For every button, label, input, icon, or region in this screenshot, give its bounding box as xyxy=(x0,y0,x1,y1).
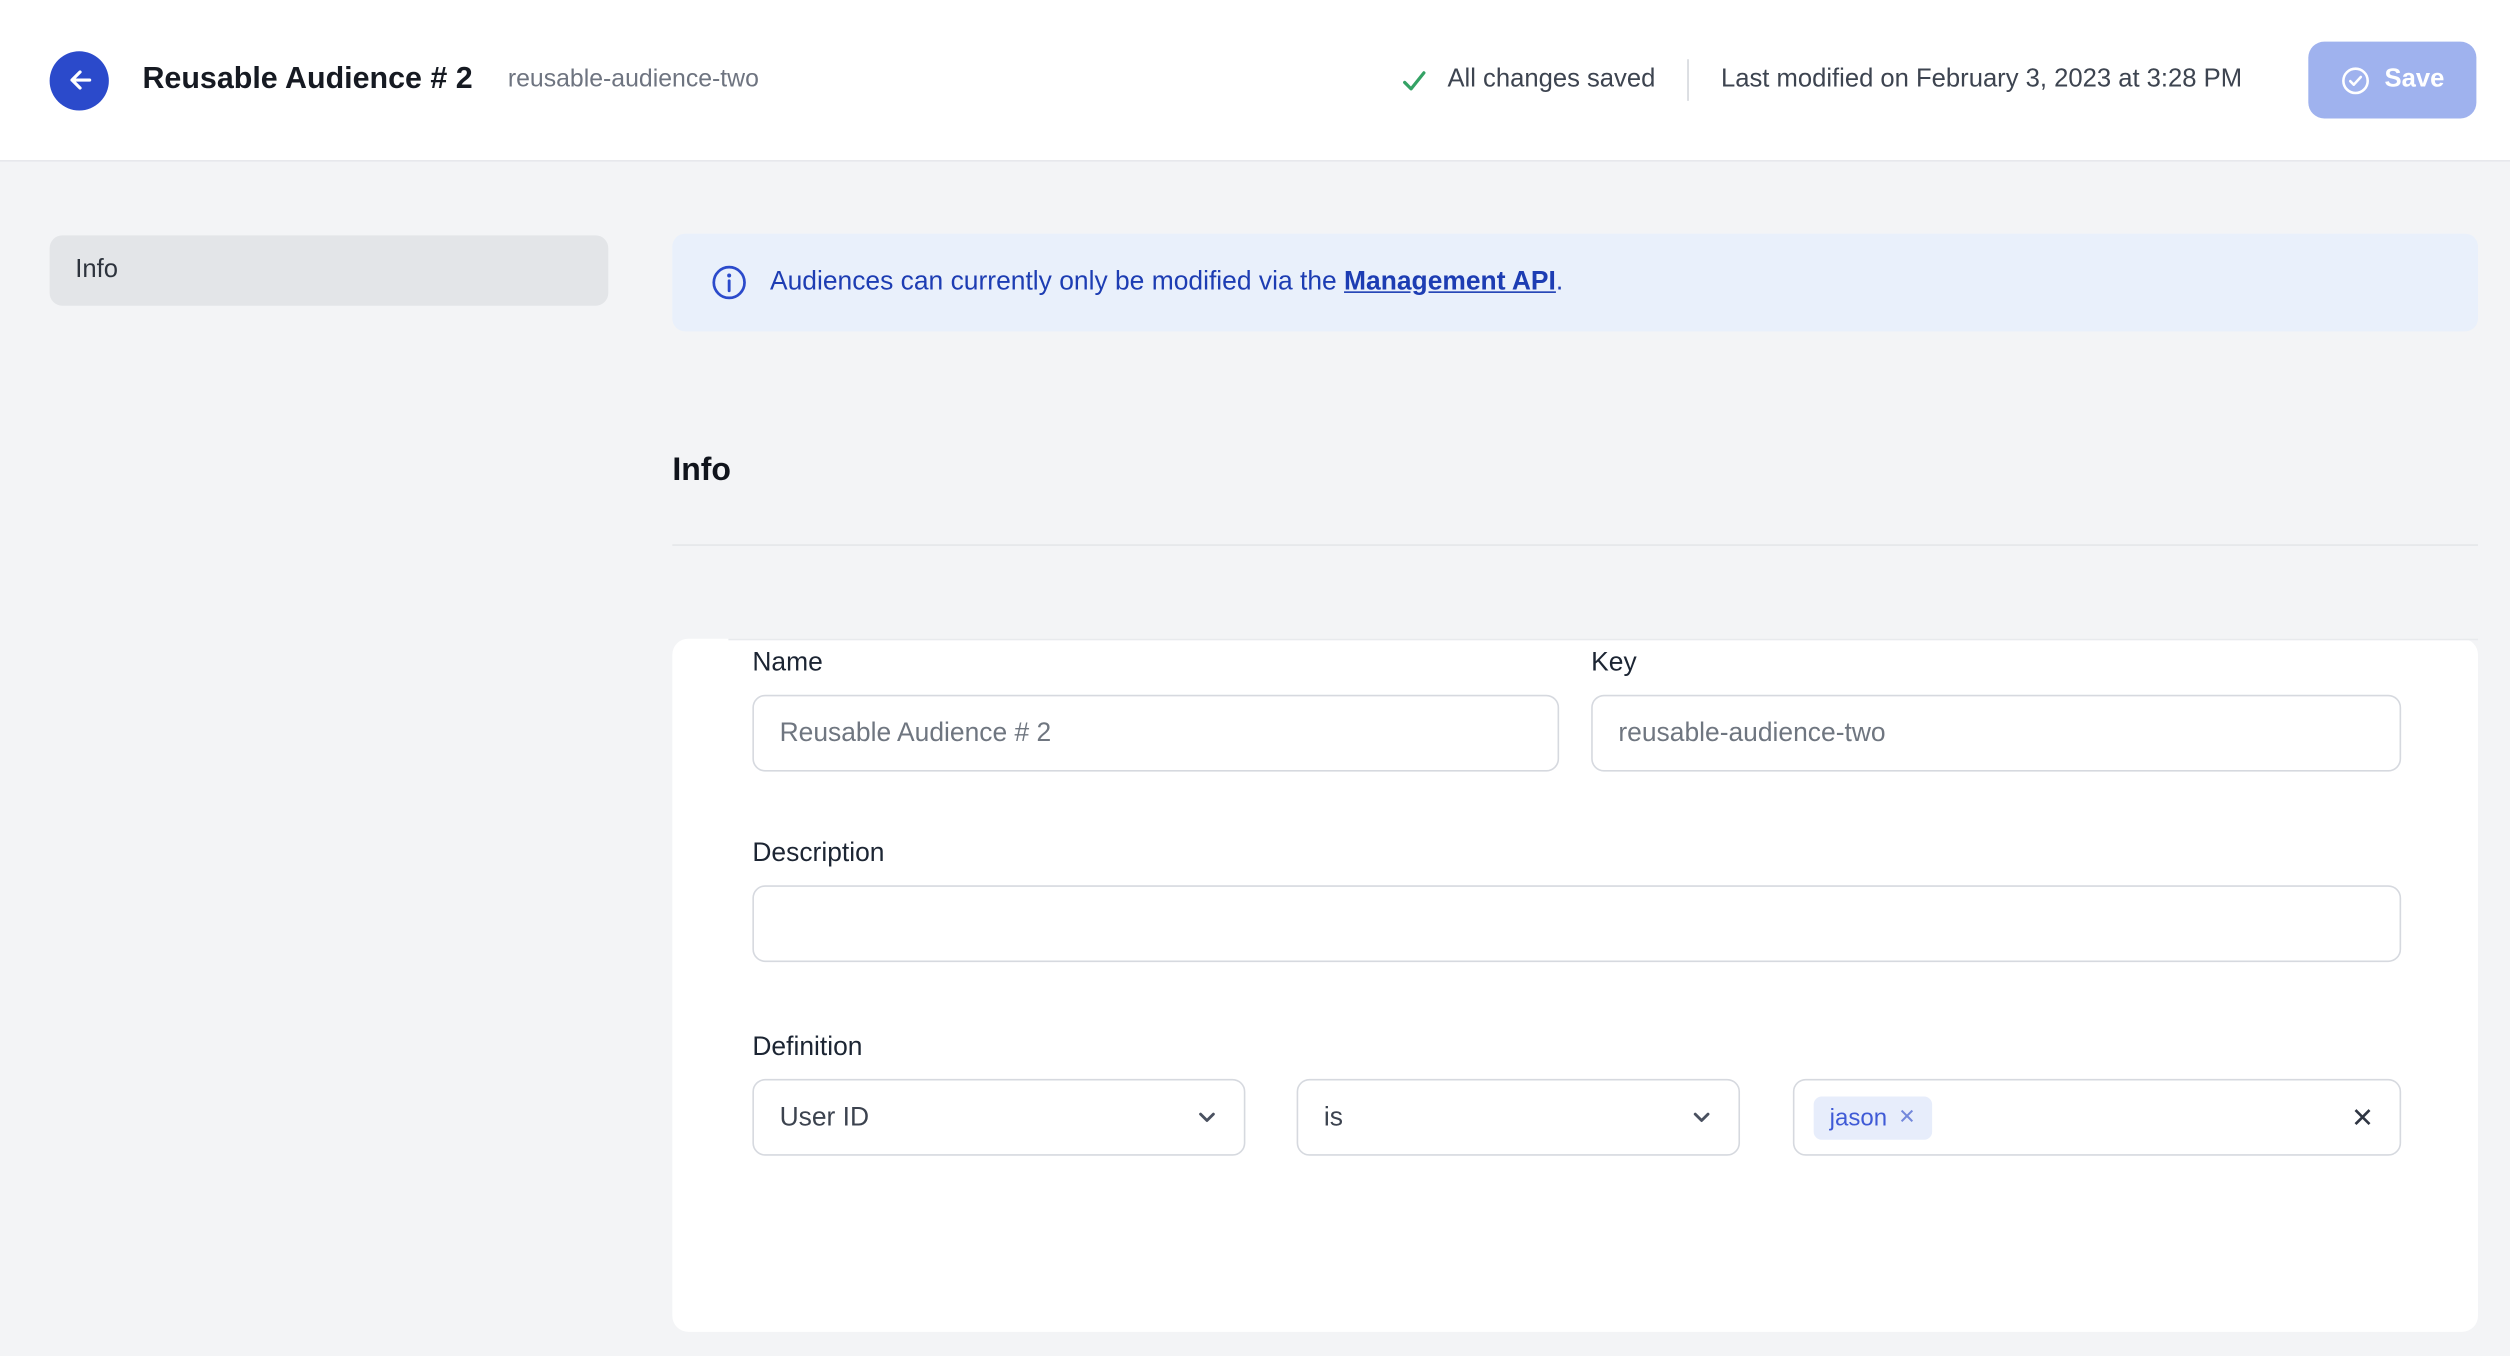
description-label: Description xyxy=(752,838,885,868)
page-title: Reusable Audience # 2 xyxy=(142,62,473,97)
remove-tag-icon[interactable]: ✕ xyxy=(1898,1105,1915,1131)
save-button[interactable]: Save xyxy=(2307,41,2477,119)
card-body: Name Key Description Definition xyxy=(672,640,2478,1156)
name-field-group: Name xyxy=(752,648,1560,772)
definition-label: Definition xyxy=(752,1032,863,1062)
page-body: Info Audiences can currently only be mod… xyxy=(0,162,2510,1332)
page-subtitle: reusable-audience-two xyxy=(507,65,759,93)
chevron-down-icon xyxy=(1690,1106,1712,1128)
section-divider xyxy=(672,544,2478,546)
check-icon xyxy=(1399,65,1429,95)
name-key-row: Name Key xyxy=(752,648,2402,772)
clear-input-icon[interactable]: ✕ xyxy=(2351,1104,2374,1131)
chevron-down-icon xyxy=(1196,1106,1218,1128)
name-input[interactable] xyxy=(752,694,1560,772)
definition-controls: User ID is jason ✕ ✕ xyxy=(752,1078,2402,1156)
back-arrow-icon xyxy=(65,66,94,95)
name-label: Name xyxy=(752,648,823,678)
info-icon xyxy=(711,264,748,301)
operator-select-value: is xyxy=(1323,1102,1343,1131)
key-label: Key xyxy=(1591,648,1637,678)
back-button[interactable] xyxy=(49,50,109,110)
sidebar-item-info[interactable]: Info xyxy=(49,235,609,306)
info-banner: Audiences can currently only be modified… xyxy=(672,233,2478,332)
property-select[interactable]: User ID xyxy=(752,1078,1246,1156)
management-api-link[interactable]: Management API xyxy=(1344,267,1556,296)
key-field-group: Key xyxy=(1591,648,2402,772)
definition-field-group: Definition User ID is jason ✕ ✕ xyxy=(752,1032,2402,1156)
circle-check-icon xyxy=(2340,65,2370,95)
description-input[interactable] xyxy=(752,885,2402,963)
save-button-label: Save xyxy=(2384,65,2445,93)
property-select-value: User ID xyxy=(779,1102,870,1131)
tag-chip[interactable]: jason ✕ xyxy=(1813,1095,1932,1139)
sidebar: Info xyxy=(0,162,672,1332)
sidebar-item-label: Info xyxy=(75,256,118,284)
app-window: Reusable Audience # 2 reusable-audience-… xyxy=(0,0,2510,1356)
section-title: Info xyxy=(672,453,732,489)
info-card: Name Key Description Definition xyxy=(672,638,2478,1332)
definition-values-input[interactable]: jason ✕ ✕ xyxy=(1792,1078,2402,1156)
operator-select[interactable]: is xyxy=(1296,1078,1741,1156)
save-status-text: All changes saved xyxy=(1447,65,1656,93)
header-right: All changes saved Last modified on Febru… xyxy=(1399,41,2477,119)
banner-text-prefix: Audiences can currently only be modified… xyxy=(769,267,1345,297)
header: Reusable Audience # 2 reusable-audience-… xyxy=(0,0,2510,162)
banner-text: Audiences can currently only be modified… xyxy=(770,267,1563,297)
tag-chip-label: jason xyxy=(1829,1103,1888,1131)
key-input[interactable] xyxy=(1591,694,2402,772)
main-content: Audiences can currently only be modified… xyxy=(672,162,2510,1332)
description-field-group: Description xyxy=(752,838,2402,963)
header-divider xyxy=(1687,59,1689,101)
banner-text-suffix: . xyxy=(1555,267,1564,297)
last-modified-text: Last modified on February 3, 2023 at 3:2… xyxy=(1720,65,2243,93)
